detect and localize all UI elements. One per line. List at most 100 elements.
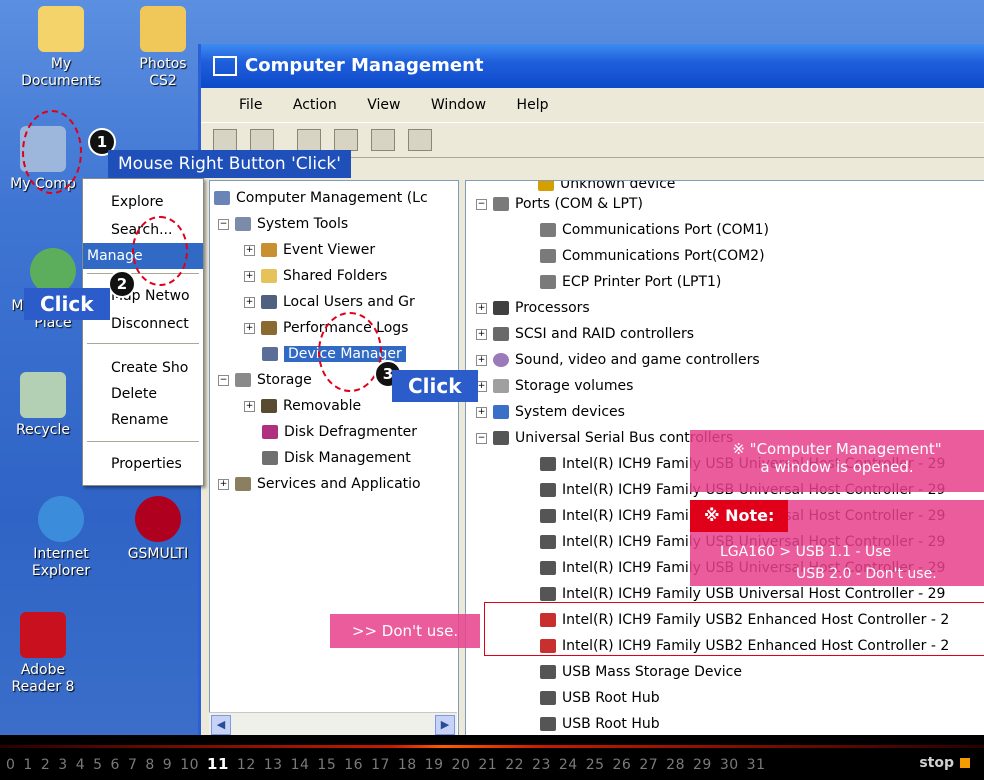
frame-number[interactable]: 8: [145, 757, 154, 773]
horizontal-scrollbar[interactable]: ◀ ▶: [209, 712, 457, 735]
frame-number[interactable]: 7: [128, 757, 137, 773]
frame-number[interactable]: 3: [58, 757, 67, 773]
tree-disk-defragmenter[interactable]: Disk Defragmenter: [262, 421, 417, 443]
desktop-icon-photoshop[interactable]: Photos CS2: [128, 6, 198, 90]
frame-number-current[interactable]: 11: [207, 755, 229, 773]
tree-label: Event Viewer: [283, 242, 376, 258]
expand-icon[interactable]: +: [244, 244, 255, 256]
frame-number[interactable]: 24: [559, 757, 578, 773]
frame-number[interactable]: 31: [747, 757, 766, 773]
scroll-left-icon[interactable]: ◀: [211, 715, 231, 735]
expand-icon[interactable]: +: [244, 270, 255, 282]
frame-number[interactable]: 16: [344, 757, 363, 773]
frame-number[interactable]: 30: [720, 757, 739, 773]
collapse-icon[interactable]: −: [476, 432, 487, 444]
device-category-scsi[interactable]: + SCSI and RAID controllers: [476, 323, 694, 345]
frame-number[interactable]: 10: [180, 757, 199, 773]
expand-icon[interactable]: +: [476, 406, 487, 418]
scroll-right-icon[interactable]: ▶: [435, 715, 455, 735]
device-category-storage-volumes[interactable]: + Storage volumes: [476, 375, 633, 397]
device-category-sound[interactable]: + Sound, video and game controllers: [476, 349, 760, 371]
frame-number[interactable]: 18: [398, 757, 417, 773]
frame-number[interactable]: 20: [452, 757, 471, 773]
device-com1[interactable]: Communications Port (COM1): [540, 219, 769, 241]
tree-system-tools[interactable]: − System Tools: [218, 213, 348, 235]
frame-number[interactable]: 1: [23, 757, 32, 773]
tree-local-users[interactable]: + Local Users and Gr: [244, 291, 415, 313]
tree-root[interactable]: Computer Management (Lc: [214, 187, 428, 209]
menu-view[interactable]: View: [367, 97, 400, 113]
defrag-icon: [262, 425, 278, 439]
usb-device[interactable]: USB Root Hub: [540, 687, 660, 709]
expand-icon[interactable]: +: [476, 328, 487, 340]
menu-item-delete[interactable]: Delete: [83, 381, 203, 407]
menu-help[interactable]: Help: [517, 97, 549, 113]
expand-icon[interactable]: +: [476, 302, 487, 314]
menu-window[interactable]: Window: [431, 97, 486, 113]
desktop-icon-gsmulti[interactable]: GSMULTI: [118, 496, 198, 563]
tree-shared-folders[interactable]: + Shared Folders: [244, 265, 387, 287]
usb-device[interactable]: USB Mass Storage Device: [540, 661, 742, 683]
frame-number[interactable]: 29: [693, 757, 712, 773]
stop-button[interactable]: stop: [919, 755, 970, 771]
expand-icon[interactable]: +: [476, 380, 487, 392]
tree-disk-management[interactable]: Disk Management: [262, 447, 411, 469]
frame-number[interactable]: 17: [371, 757, 390, 773]
menu-item-explore[interactable]: Explore: [83, 189, 203, 215]
frame-number[interactable]: 25: [586, 757, 605, 773]
shared-folder-icon: [261, 269, 277, 283]
frame-number[interactable]: 4: [76, 757, 85, 773]
menu-item-rename[interactable]: Rename: [83, 407, 203, 433]
expand-icon[interactable]: +: [244, 400, 255, 412]
device-lpt1[interactable]: ECP Printer Port (LPT1): [540, 271, 721, 293]
menu-file[interactable]: File: [239, 97, 262, 113]
frame-number[interactable]: 2: [41, 757, 50, 773]
show-tree-icon[interactable]: [334, 129, 359, 151]
back-icon[interactable]: [213, 129, 237, 151]
frame-number[interactable]: 26: [613, 757, 632, 773]
device-com2[interactable]: Communications Port(COM2): [540, 245, 765, 267]
frame-number[interactable]: 5: [93, 757, 102, 773]
forward-icon[interactable]: [250, 129, 275, 151]
tree-services[interactable]: + Services and Applicatio: [218, 473, 421, 495]
frame-number[interactable]: 27: [639, 757, 658, 773]
device-category-system[interactable]: + System devices: [476, 401, 625, 423]
desktop-icon-ie[interactable]: Internet Explorer: [18, 496, 104, 580]
expand-icon[interactable]: +: [244, 296, 255, 308]
frame-number[interactable]: 15: [317, 757, 336, 773]
usb-device[interactable]: USB Root Hub: [540, 713, 660, 735]
menu-action[interactable]: Action: [293, 97, 337, 113]
help-icon[interactable]: [371, 129, 396, 151]
desktop-icon-my-documents[interactable]: My Documents: [18, 6, 104, 90]
collapse-icon[interactable]: −: [218, 218, 229, 230]
frame-number[interactable]: 6: [111, 757, 120, 773]
desktop-icon-adobe[interactable]: Adobe Reader 8: [0, 612, 86, 696]
collapse-icon[interactable]: −: [476, 198, 487, 210]
frame-number[interactable]: 28: [666, 757, 685, 773]
tree-storage[interactable]: − Storage: [218, 369, 312, 391]
expand-icon[interactable]: +: [218, 478, 229, 490]
tree-event-viewer[interactable]: + Event Viewer: [244, 239, 375, 261]
frame-number[interactable]: 22: [505, 757, 524, 773]
device-category-ports[interactable]: − Ports (COM & LPT): [476, 193, 643, 215]
my-documents-icon: [38, 6, 84, 52]
menu-item-properties[interactable]: Properties: [83, 451, 203, 477]
frame-number[interactable]: 19: [425, 757, 444, 773]
frame-number[interactable]: 12: [237, 757, 256, 773]
expand-icon[interactable]: +: [476, 354, 487, 366]
desktop-icon-recycle[interactable]: Recycle: [0, 372, 86, 439]
window-titlebar[interactable]: Computer Management: [201, 44, 984, 88]
frame-number[interactable]: 0: [6, 757, 15, 773]
frame-number[interactable]: 14: [291, 757, 310, 773]
frame-number[interactable]: 21: [478, 757, 497, 773]
frame-number[interactable]: 23: [532, 757, 551, 773]
device-category-processors[interactable]: + Processors: [476, 297, 590, 319]
collapse-icon[interactable]: −: [218, 374, 229, 386]
frame-number[interactable]: 9: [163, 757, 172, 773]
menu-item-create-shortcut[interactable]: Create Sho: [83, 355, 203, 381]
tree-removable[interactable]: + Removable: [244, 395, 361, 417]
properties-icon[interactable]: [408, 129, 433, 151]
expand-icon[interactable]: +: [244, 322, 255, 334]
up-folder-icon[interactable]: [297, 129, 322, 151]
frame-number[interactable]: 13: [264, 757, 283, 773]
